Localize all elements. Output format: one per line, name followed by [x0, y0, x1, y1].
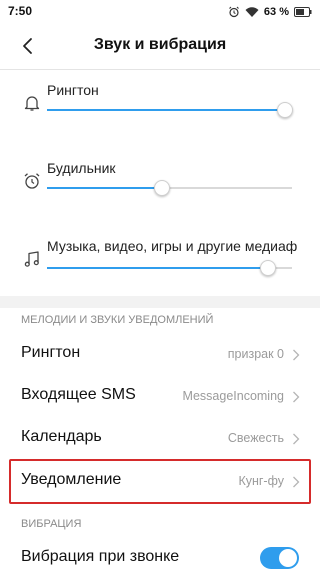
chevron-right-icon — [293, 349, 300, 361]
list-item-value: MessageIncoming — [182, 389, 284, 403]
slider-fill — [47, 187, 163, 189]
volume-row-media: Музыка, видео, игры и другие медиафайлы — [0, 231, 320, 301]
music-note-icon — [24, 251, 39, 267]
status-time: 7:50 — [8, 4, 33, 18]
volume-label-alarm: Будильник — [47, 160, 116, 176]
section-header-vibration: ВИБРАЦИЯ — [21, 518, 82, 530]
volume-label-ringtone: Рингтон — [47, 82, 99, 98]
volume-row-ringtone: Рингтон — [0, 74, 320, 144]
list-item-label: Рингтон — [21, 344, 81, 361]
chevron-right-icon — [293, 433, 300, 445]
slider-thumb[interactable] — [276, 102, 293, 118]
alarm-icon — [229, 6, 239, 18]
header-divider — [0, 69, 320, 70]
list-item-value: призрак 0 — [227, 347, 284, 361]
volume-slider-alarm[interactable] — [47, 180, 292, 196]
list-item-value: Свежесть — [227, 431, 284, 445]
toggle-knob — [279, 549, 297, 567]
status-bar: 7:50 63 % — [0, 0, 320, 24]
highlight-box — [9, 459, 311, 504]
list-item-vibrate-on-ring[interactable]: Вибрация при звонке — [0, 538, 320, 569]
alarm-clock-icon — [24, 173, 40, 189]
header-bar: Звук и вибрация — [0, 24, 320, 68]
chevron-right-icon — [293, 391, 300, 403]
list-item-incoming-sms[interactable]: Входящее SMS MessageIncoming — [0, 376, 320, 418]
list-item-label: Календарь — [21, 428, 102, 445]
list-item-label: Вибрация при звонке — [21, 548, 180, 565]
wifi-icon — [245, 7, 259, 17]
volume-slider-ringtone[interactable] — [47, 102, 293, 118]
slider-fill — [47, 109, 285, 111]
slider-fill — [47, 267, 268, 269]
status-icons: 63 % — [228, 3, 312, 21]
page-title: Звук и вибрация — [93, 36, 227, 53]
volume-row-alarm: Будильник — [0, 152, 320, 222]
list-item-calendar[interactable]: Календарь Свежесть — [0, 418, 320, 460]
battery-icon — [294, 7, 312, 17]
bell-icon — [24, 96, 40, 111]
section-separator — [0, 296, 320, 308]
slider-thumb[interactable] — [259, 260, 276, 276]
slider-thumb[interactable] — [154, 180, 171, 196]
section-header-ringtones: МЕЛОДИИ И ЗВУКИ УВЕДОМЛЕНИЙ — [21, 314, 214, 326]
volume-slider-media[interactable] — [47, 260, 292, 276]
battery-percent: 63 % — [263, 6, 289, 18]
list-item-ringtone[interactable]: Рингтон призрак 0 — [0, 334, 320, 376]
volume-label-media: Музыка, видео, игры и другие медиафайлы — [47, 238, 297, 254]
list-item-label: Входящее SMS — [21, 386, 136, 403]
vibration-toggle[interactable] — [260, 547, 299, 569]
